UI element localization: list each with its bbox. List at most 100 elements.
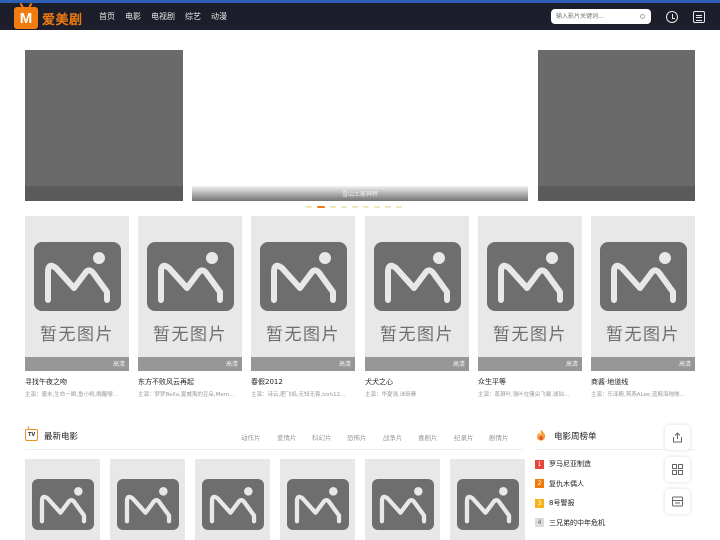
image-placeholder-icon [271, 252, 336, 303]
section-divider [25, 449, 523, 450]
image-placeholder [287, 479, 349, 530]
movie-title[interactable]: 东方不败风云再起 [138, 377, 242, 387]
site-logo[interactable]: M 爱美剧 [14, 6, 83, 30]
carousel-dot[interactable] [306, 206, 312, 208]
image-placeholder-icon [209, 487, 257, 524]
image-placeholder-icon [385, 252, 450, 303]
no-image-text: 暂无图片 [153, 325, 227, 345]
carousel-dots [306, 206, 407, 208]
top-navigation-bar: M 爱美剧 首页 电影 电视剧 综艺 动漫 [0, 0, 720, 30]
latest-movie-poster[interactable] [365, 459, 440, 540]
no-image-text: 暂无图片 [606, 325, 680, 345]
banner-slide-prev[interactable] [25, 50, 183, 201]
carousel-dot[interactable] [330, 206, 336, 208]
quality-badge: 高清 [225, 361, 238, 368]
category-comedy[interactable]: 喜剧片 [418, 432, 438, 442]
category-drama[interactable]: 剧情片 [489, 432, 509, 442]
carousel-dot[interactable] [396, 206, 402, 208]
category-war[interactable]: 战争片 [383, 432, 403, 442]
grid-view-button[interactable] [665, 457, 690, 482]
flame-icon [537, 429, 546, 441]
latest-movie-poster[interactable] [450, 459, 525, 540]
rank-number: 2 [535, 479, 544, 488]
latest-movie-poster[interactable] [110, 459, 185, 540]
movie-poster[interactable]: 暂无图片高清 [25, 216, 129, 371]
quality-badge: 高清 [678, 361, 691, 368]
share-icon [673, 432, 682, 443]
ranking-item[interactable]: 2 复仇木偶人 [535, 478, 584, 490]
banner-caption: 雪山土家神秤 [341, 191, 378, 198]
nav-movies[interactable]: 电影 [125, 11, 141, 22]
carousel-dot[interactable] [341, 206, 347, 208]
latest-movie-poster[interactable] [280, 459, 355, 540]
grid-icon [672, 464, 683, 475]
section-title-latest: 最新电影 [44, 432, 79, 442]
no-image-text: 暂无图片 [380, 325, 454, 345]
rank-number: 3 [535, 498, 544, 508]
banner-slide-current[interactable]: 雪山土家神秤 [192, 50, 528, 201]
image-placeholder [372, 479, 434, 530]
ranking-item[interactable]: 4 三兄弟的中年危机 [535, 517, 605, 529]
history-clock-icon[interactable] [666, 11, 678, 23]
image-placeholder-icon [498, 252, 563, 303]
carousel-dot[interactable] [374, 206, 380, 208]
movie-cast: 主演：诗云,肥飞焰,无知无畏,Izsh12... [251, 392, 346, 398]
tv-logo-icon: M [14, 7, 38, 29]
carousel-dot[interactable] [317, 206, 325, 208]
movie-poster[interactable]: 暂无图片 高清 [251, 216, 355, 371]
movie-title[interactable]: 商酱·地道线 [591, 377, 695, 387]
movie-cast: 主演：唐未,生命一瞬,鱼小桃,晚醒嘤... [25, 392, 118, 398]
movie-cast: 主演：乐泽殿,燕燕ALee,蓝鲸海啪啪... [591, 392, 685, 398]
image-placeholder [202, 479, 264, 530]
movie-title[interactable]: 寻找午夜之吻 [25, 377, 129, 387]
movie-poster[interactable]: 暂无图片 高清 [365, 216, 469, 371]
quality-badge: 高清 [565, 361, 578, 368]
movie-poster[interactable]: 暂无图片 高清 [478, 216, 582, 371]
latest-movie-poster[interactable] [195, 459, 270, 540]
poster-overlay: 高清 [365, 357, 469, 371]
banner-caption-bar: 雪山土家神秤 [192, 186, 528, 201]
rank-movie-name: 罗马尼亚制造 [549, 460, 591, 468]
nav-tv-series[interactable]: 电视剧 [151, 11, 175, 22]
rank-movie-name: 三兄弟的中年危机 [549, 518, 605, 527]
carousel-dot[interactable] [385, 206, 391, 208]
movie-title[interactable]: 犬犬之心 [365, 377, 469, 387]
ranking-item[interactable]: 1 罗马尼亚制造 [535, 458, 591, 470]
movie-title[interactable]: 春假2012 [251, 377, 355, 387]
image-placeholder [32, 479, 94, 530]
category-romance[interactable]: 爱情片 [277, 432, 297, 442]
category-horror[interactable]: 恐怖片 [347, 432, 367, 442]
section-title-ranking: 电影周榜单 [554, 432, 597, 442]
image-placeholder [34, 242, 121, 311]
category-documentary[interactable]: 纪录片 [454, 432, 474, 442]
movie-poster[interactable]: 暂无图片高清 [138, 216, 242, 371]
ranking-item[interactable]: 3 8号警报 [535, 497, 574, 509]
carousel-dot[interactable] [352, 206, 358, 208]
movie-cast: 主演：华夏强,沫砾寨 [365, 392, 417, 398]
poster-overlay: 高清 [478, 357, 582, 371]
search-input[interactable] [556, 9, 636, 24]
site-name: 爱美剧 [42, 12, 83, 28]
category-action[interactable]: 动作片 [241, 432, 261, 442]
quality-badge: 高清 [112, 361, 125, 368]
nav-variety[interactable]: 综艺 [185, 11, 201, 22]
banner-slide-next[interactable] [538, 50, 695, 201]
movie-poster[interactable]: 暂无图片高清 [591, 216, 695, 371]
nav-home[interactable]: 首页 [99, 11, 115, 22]
movie-cast: 主演：梦梦Bella,夏威夷的豆朵,Mem... [138, 392, 235, 398]
image-placeholder [147, 242, 234, 311]
carousel-dot[interactable] [363, 206, 369, 208]
image-placeholder [260, 242, 347, 311]
poster-overlay: 高清 [251, 357, 355, 371]
no-image-text: 暂无图片 [40, 325, 114, 345]
share-button[interactable] [665, 425, 690, 450]
movie-title[interactable]: 众生平等 [478, 377, 582, 387]
menu-icon[interactable] [693, 11, 705, 23]
category-scifi[interactable]: 科幻片 [312, 432, 332, 442]
search-icon[interactable] [640, 14, 645, 19]
list-view-button[interactable] [665, 489, 690, 514]
image-placeholder-icon [39, 487, 87, 524]
movie-cast: 主演：蒸涮叶,强叶在骚尖飞聚,琥珀... [478, 392, 570, 398]
latest-movie-poster[interactable] [25, 459, 100, 540]
nav-anime[interactable]: 动漫 [211, 11, 227, 22]
